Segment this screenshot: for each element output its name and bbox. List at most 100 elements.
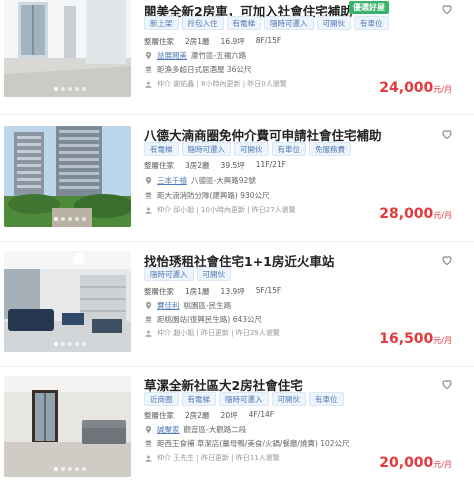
premium-badge: 優選好屋 [349,1,389,14]
listing-card[interactable]: 閱美全新2房車，可加入社會住宅補助 優選好屋 新上架 拎包入住 有電梯 隨時可遷… [0,0,474,115]
nearby-icon [145,66,152,73]
listing-specs: 整層住家 2房1廳 16.9坪 8F/15F [144,36,292,47]
poster-text: 仲介 趙小姐 | 昨日更新 | 昨日29人瀏覽 [157,329,280,337]
spec-area: 39.5坪 [220,161,245,170]
spec-floor: 8F/15F [255,36,282,45]
favorite-heart-icon[interactable] [441,128,453,140]
address-text: 蘆竹區-五福六路 [191,51,247,60]
community-link[interactable]: 寶佳利 [157,300,180,311]
photo-carousel-dots[interactable] [54,342,86,346]
photo-carousel-dots[interactable] [54,217,86,221]
photo-carousel-dots[interactable] [54,87,86,91]
user-icon [145,330,152,337]
listing-card[interactable]: 找怡琇租社會住宅1+1房近火車站 隨時可遷入 可開伙 整層住家 1房1廳 13.… [0,242,474,367]
listing-price: 28,000元/月 [379,203,452,222]
spec-area: 16.9坪 [220,37,245,46]
address-text: 桃園區-民生路 [183,301,232,310]
spec-floor: 4F/14F [248,410,275,419]
spec-type: 整層住家 [144,37,174,46]
distance-text: 距漁多超日式居酒屋 36公尺 [157,65,252,74]
listing-poster: 仲介 謝佑鑫 | 8小時內更新 | 昨日0人瀏覽 [144,79,287,89]
community-link[interactable]: 誠聚家 [157,424,180,435]
spec-type: 整層住家 [144,161,174,170]
listing-card[interactable]: 八德大湳商圈免仲介費可申請社會住宅補助 有電梯 隨時可遷入 可開伙 有車位 免服… [0,115,474,242]
spec-layout: 2房2廳 [185,411,210,420]
listing-photo[interactable] [4,0,131,97]
listing-card[interactable]: 草漯全新社區大2房社會住宅 近商圈 有電梯 隨時可遷入 可開伙 有車位 整層住家… [0,367,474,489]
feature-tag: 可開伙 [316,16,351,30]
feature-tag: 近商圈 [144,392,179,406]
favorite-heart-icon[interactable] [441,3,453,15]
feature-tag: 免服務費 [309,142,351,156]
listing-price: 24,000元/月 [379,77,452,96]
map-pin-icon [145,301,152,310]
map-pin-icon [145,51,152,60]
listing-photo[interactable] [4,251,131,352]
feature-tags: 有電梯 隨時可遷入 可開伙 有車位 免服務費 [144,142,351,156]
feature-tag: 新上架 [144,16,179,30]
listing-photo[interactable] [4,376,131,477]
feature-tag: 隨時可遷入 [219,392,269,406]
spec-area: 13.9坪 [220,287,245,296]
listing-nearby: 距大湳消防分隊(建興路) 930公尺 [144,190,270,201]
interior-photo-image [4,376,131,477]
spec-area: 20坪 [220,411,238,420]
listing-photo[interactable] [4,126,131,227]
listing-specs: 整層住家 1房1廳 13.9坪 5F/15F [144,286,292,297]
listing-location: 三本千禧 八德區-大興路92號 [144,175,256,186]
poster-text: 仲介 謝佑鑫 | 8小時內更新 | 昨日0人瀏覽 [157,80,287,88]
listing-specs: 整層住家 3房2廳 39.5坪 11F/21F [144,160,297,171]
nearby-icon [145,316,152,323]
listing-poster: 仲介 王先生 | 昨日更新 | 昨日11人瀏覽 [144,453,280,463]
price-unit: 元/月 [433,336,452,345]
spec-floor: 11F/21F [255,160,286,169]
favorite-heart-icon[interactable] [441,254,453,266]
listing-nearby: 距桃園站(復興民生路) 643公尺 [144,314,262,325]
spec-layout: 2房1廳 [185,37,210,46]
favorite-heart-icon[interactable] [441,378,453,390]
poster-text: 仲介 邱小姐 | 10小時內更新 | 昨日27人瀏覽 [157,206,296,214]
price-value: 20,000 [379,455,434,471]
nearby-icon [145,192,152,199]
feature-tag: 有電梯 [181,392,216,406]
address-text: 八德區-大興路92號 [191,176,256,185]
spec-type: 整層住家 [144,287,174,296]
user-icon [145,207,152,214]
distance-text: 距大湳消防分隊(建興路) 930公尺 [157,191,270,200]
price-unit: 元/月 [433,85,452,94]
user-icon [145,455,152,462]
spec-type: 整層住家 [144,411,174,420]
feature-tag: 可開伙 [196,267,231,281]
listing-location: 誠聚家 觀音區-大觀路二段 [144,424,246,435]
feature-tag: 有車位 [271,142,306,156]
listing-price: 16,500元/月 [379,328,452,347]
feature-tag: 隨時可遷入 [181,142,231,156]
spec-floor: 5F/15F [255,286,282,295]
photo-carousel-dots[interactable] [54,467,86,471]
price-unit: 元/月 [433,460,452,469]
feature-tags: 隨時可遷入 可開伙 [144,267,231,281]
community-link[interactable]: 三本千禧 [157,175,187,186]
feature-tag: 有電梯 [226,16,261,30]
listing-price: 20,000元/月 [379,452,452,471]
price-value: 28,000 [379,206,434,222]
listing-nearby: 距漁多超日式居酒屋 36公尺 [144,64,251,75]
feature-tags: 新上架 拎包入住 有電梯 隨時可遷入 可開伙 有車位 [144,16,389,30]
feature-tag: 有車位 [309,392,344,406]
room-photo-image [4,0,131,97]
feature-tag: 有電梯 [144,142,179,156]
listing-poster: 仲介 趙小姐 | 昨日更新 | 昨日29人瀏覽 [144,328,280,338]
community-link[interactable]: 益展閱美 [157,50,187,61]
listing-location: 寶佳利 桃園區-民生路 [144,300,231,311]
listing-poster: 仲介 邱小姐 | 10小時內更新 | 昨日27人瀏覽 [144,205,296,215]
feature-tag: 有車位 [354,16,389,30]
building-photo-image [4,126,131,227]
feature-tag: 隨時可遷入 [264,16,314,30]
address-text: 觀音區-大觀路二段 [183,425,247,434]
nearby-icon [145,440,152,447]
distance-text: 距桃園站(復興民生路) 643公尺 [157,315,263,324]
feature-tag: 可開伙 [234,142,269,156]
spec-layout: 3房2廳 [185,161,210,170]
listing-location: 益展閱美 蘆竹區-五福六路 [144,50,246,61]
living-room-photo-image [4,251,131,352]
